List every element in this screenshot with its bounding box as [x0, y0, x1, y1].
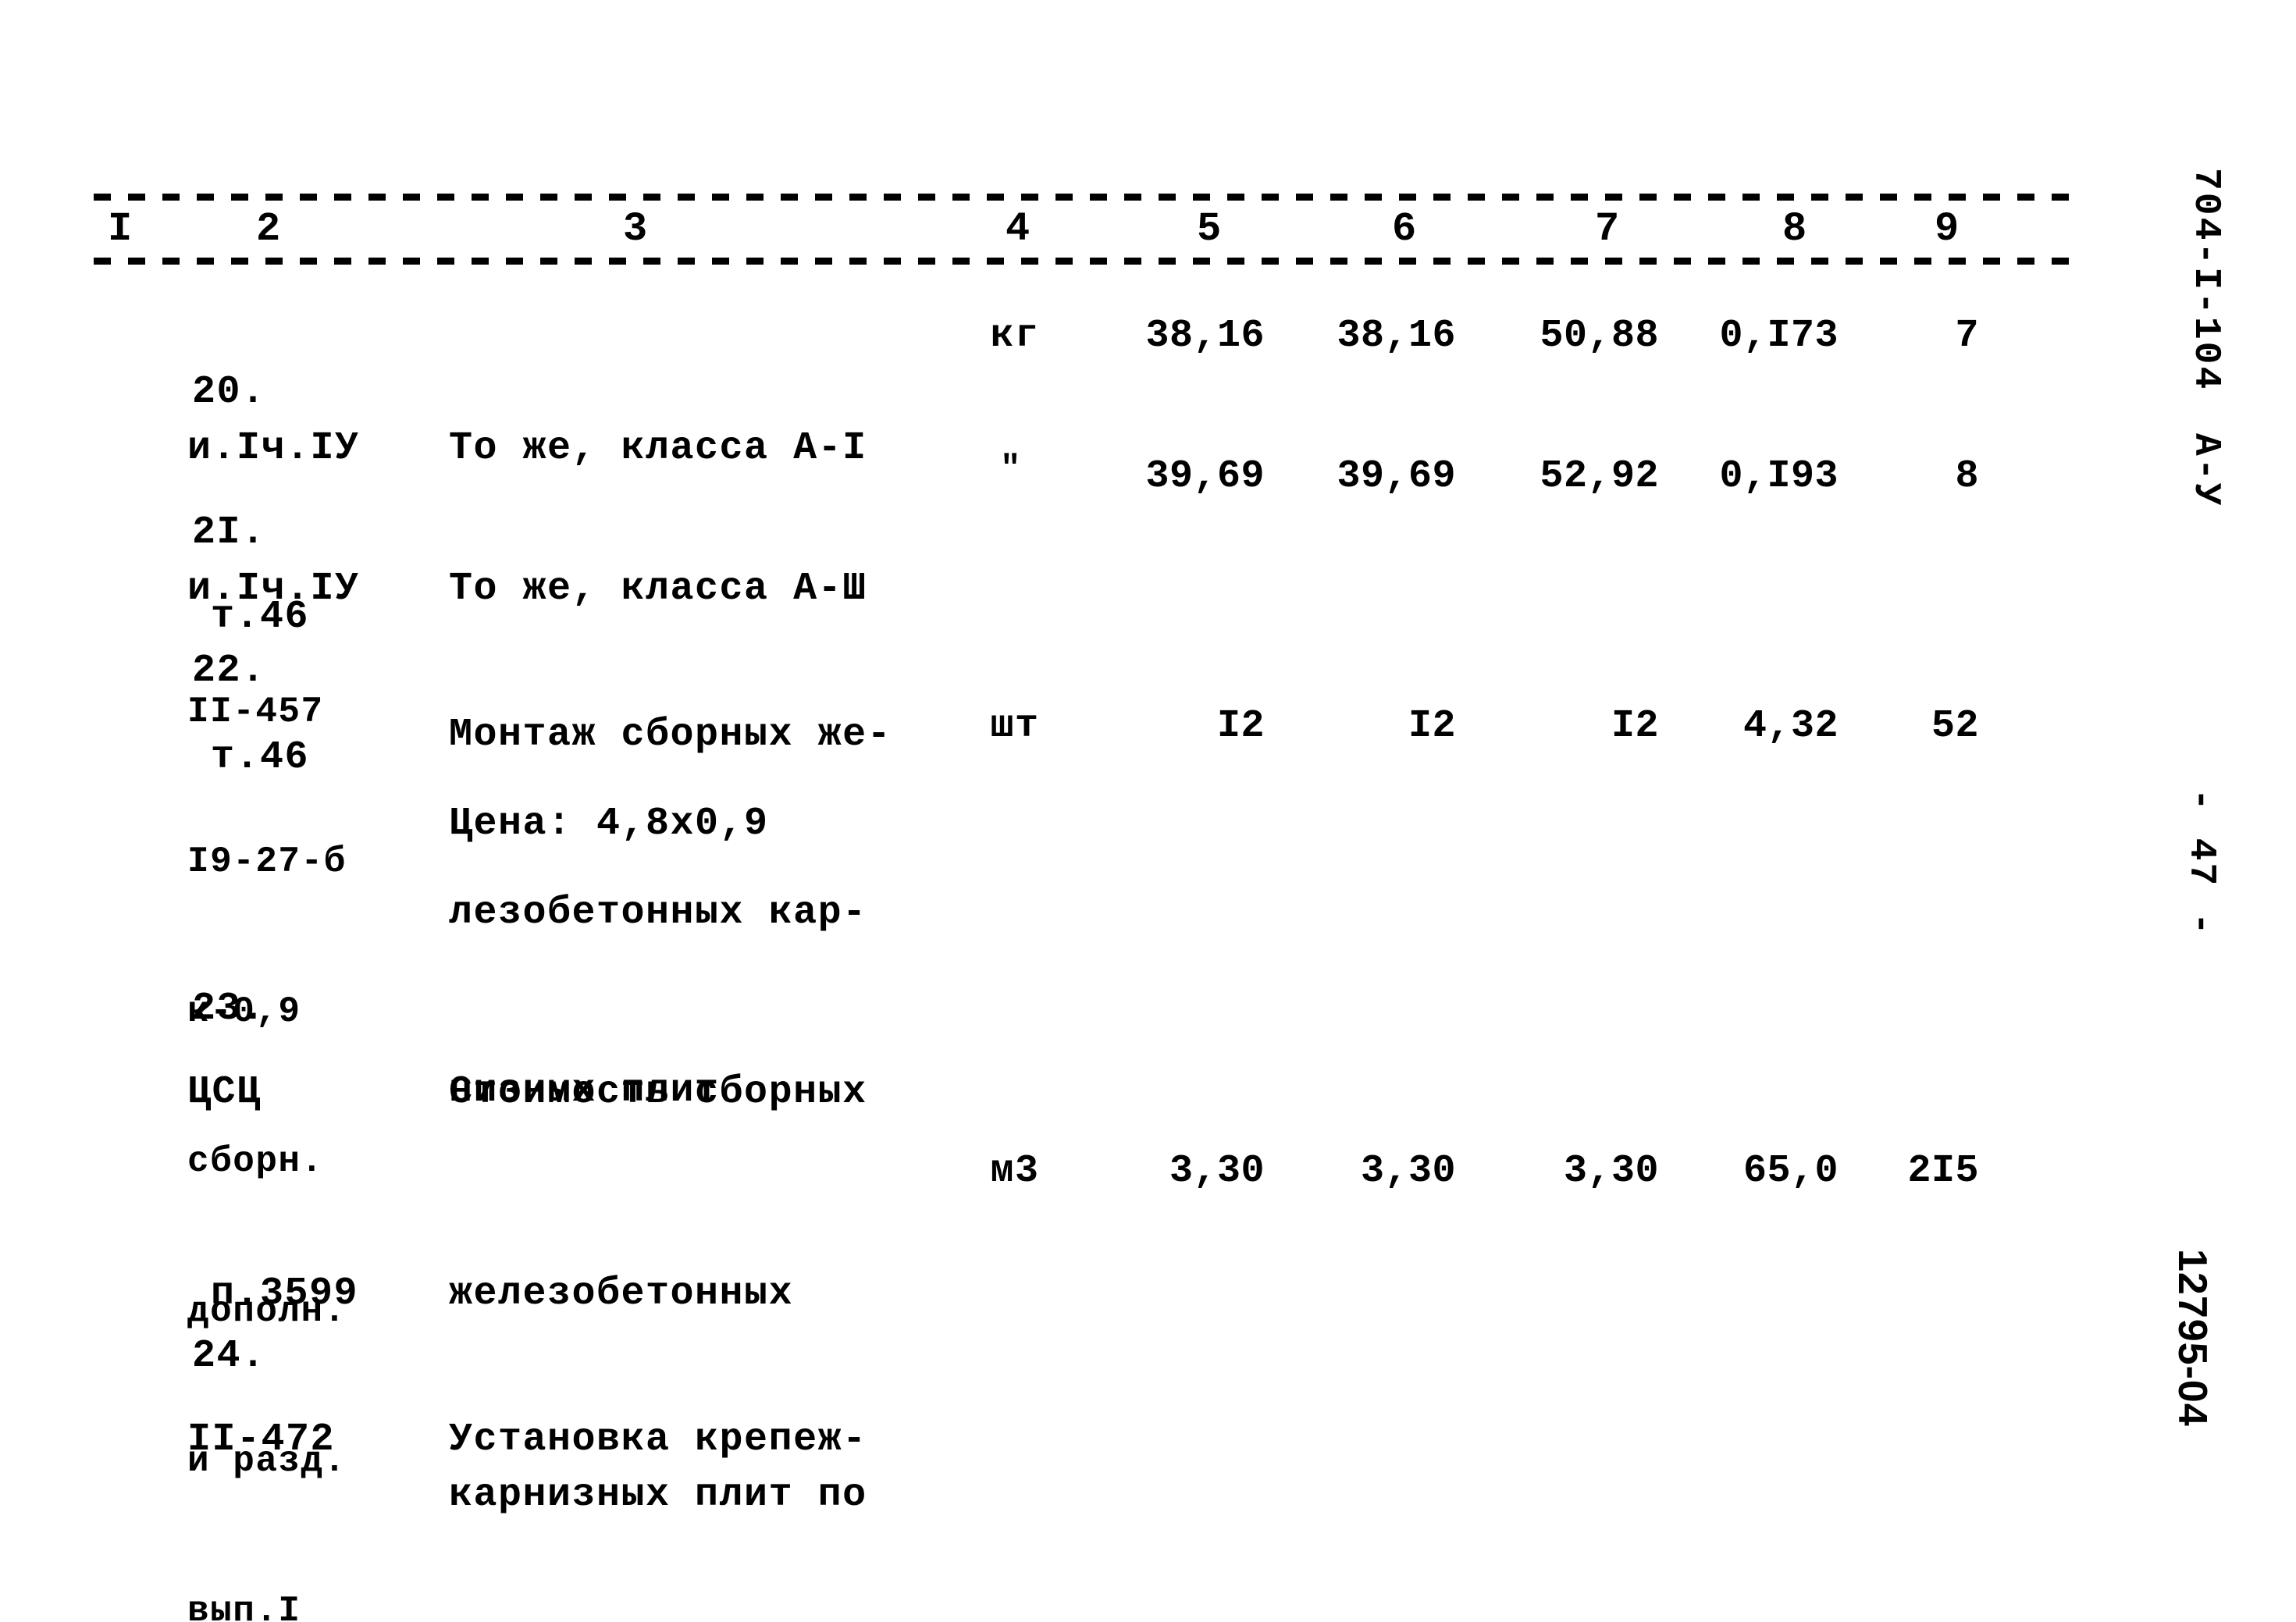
row-code-line: II-472	[187, 1417, 336, 1462]
table-header-rule-top	[94, 194, 2077, 201]
table-header-rule-bottom	[94, 258, 2077, 265]
row-value-7: 3,30	[1563, 1149, 1659, 1193]
row-value-9: 2I5	[1907, 1149, 1979, 1193]
row-value-9: 8	[1955, 454, 1979, 499]
row-description-line: Монтаж сборных же-	[449, 713, 892, 757]
row-value-8: 0,I93	[1719, 454, 1839, 499]
row-value-8: 0,I73	[1719, 314, 1839, 358]
row-code: II-472 I9-30-к	[187, 1272, 383, 1622]
row-unit: шт	[990, 704, 1040, 749]
series-code: 704-I-104	[2184, 168, 2227, 392]
row-unit-ditto: "	[1000, 450, 1022, 489]
row-value-8: 4,32	[1742, 704, 1839, 749]
row-code-line: ЦСЦ	[187, 1070, 262, 1115]
row-code-line: I9-27-б	[187, 841, 347, 882]
row-value-5: 38,16	[1145, 314, 1265, 358]
row-value-5: 39,69	[1145, 454, 1265, 499]
row-description-line: ных элементов в	[449, 1608, 867, 1622]
row-description-line: Установка крепеж-	[449, 1417, 867, 1462]
row-description-line: Стоимость сборных	[449, 1070, 867, 1115]
column-header-5: 5	[1191, 209, 1228, 250]
row-value-5: I2	[1216, 704, 1265, 749]
document-page: I 2 3 4 5 6 7 8 9 20. и.Iч.IУ т.46 То же…	[0, 0, 2296, 1622]
column-header-8: 8	[1776, 209, 1814, 250]
row-value-6: I2	[1408, 704, 1456, 749]
column-header-7: 7	[1589, 209, 1626, 250]
row-value-5: 3,30	[1169, 1149, 1265, 1193]
row-value-8: 65,0	[1742, 1149, 1839, 1193]
row-value-7: I2	[1611, 704, 1659, 749]
row-value-7: 50,88	[1540, 314, 1659, 358]
archive-stamp: 12795-04	[2170, 1249, 2215, 1427]
column-header-4: 4	[999, 209, 1037, 250]
row-unit: м3	[990, 1149, 1040, 1193]
row-description-note: Цена: 4,8х0,9	[449, 802, 769, 846]
column-header-2: 2	[250, 209, 287, 250]
row-value-6: 3,30	[1360, 1149, 1456, 1193]
album-code: А-У	[2184, 433, 2227, 508]
row-value-6: 38,16	[1337, 314, 1456, 358]
column-header-3: 3	[617, 209, 654, 250]
column-header-9: 9	[1928, 209, 1966, 250]
row-code-line: II-457	[187, 692, 324, 732]
column-header-6: 6	[1386, 209, 1423, 250]
row-unit: кг	[990, 314, 1040, 358]
row-description: Установка крепеж- ных элементов в карниз…	[449, 1272, 867, 1622]
row-value-6: 39,69	[1337, 454, 1456, 499]
row-value-9: 52	[1931, 704, 1979, 749]
page-number: - 47 -	[2180, 788, 2222, 937]
row-code-line: I9-30-к	[187, 1608, 383, 1622]
row-value-9: 7	[1955, 314, 1979, 358]
column-header-1: I	[101, 209, 139, 250]
row-value-7: 52,92	[1540, 454, 1659, 499]
